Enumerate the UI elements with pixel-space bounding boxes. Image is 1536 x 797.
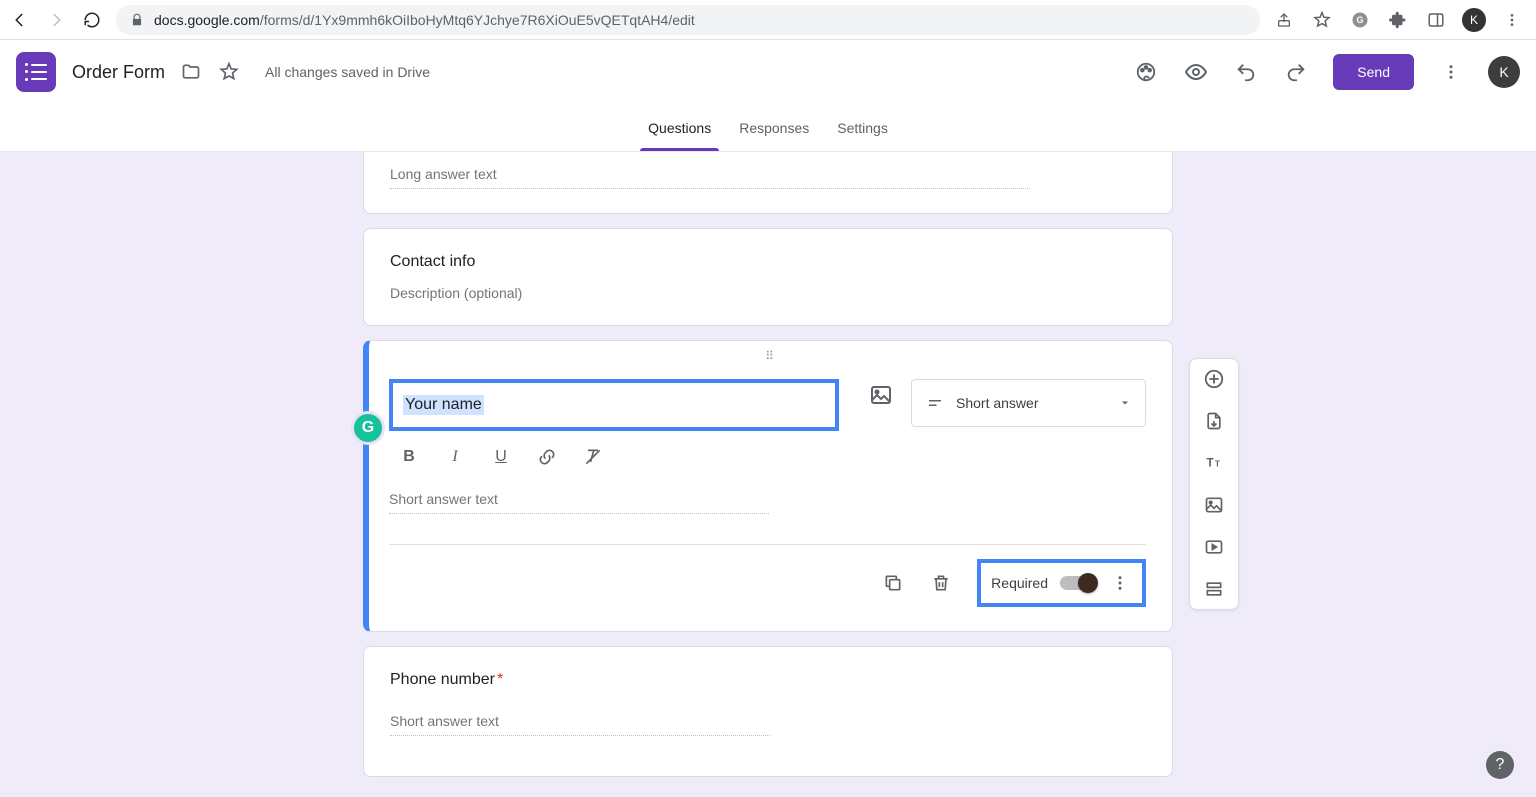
grammarly-icon[interactable]: G: [351, 411, 385, 445]
svg-text:T: T: [1215, 458, 1220, 468]
question-card-long-answer[interactable]: Long answer text: [363, 152, 1173, 214]
required-toggle[interactable]: [1060, 576, 1096, 590]
lock-icon: [130, 13, 144, 27]
underline-button[interactable]: U: [489, 445, 513, 469]
add-question-icon[interactable]: [1202, 367, 1226, 391]
extensions-icon[interactable]: [1386, 8, 1410, 32]
tab-responses[interactable]: Responses: [725, 104, 823, 151]
link-button[interactable]: [535, 445, 559, 469]
preview-icon[interactable]: [1183, 59, 1209, 85]
required-asterisk: *: [497, 671, 503, 688]
url-host: docs.google.com: [154, 12, 260, 28]
phone-question-title: Phone number: [390, 671, 495, 688]
bold-button[interactable]: B: [397, 445, 421, 469]
question-title-input[interactable]: Your name: [389, 379, 839, 431]
url-path: /forms/d/1Yx9mmh6kOiIboHyMtq6YJchye7R6Xi…: [260, 12, 695, 28]
form-canvas: Long answer text Contact info Descriptio…: [0, 152, 1536, 797]
profile-avatar-icon[interactable]: K: [1462, 8, 1486, 32]
long-answer-placeholder: Long answer text: [390, 166, 1030, 189]
question-card-active[interactable]: G ⠿ Your name Short answer: [363, 340, 1173, 632]
forms-logo-icon[interactable]: [16, 52, 56, 92]
section-title[interactable]: Contact info: [390, 253, 1146, 271]
italic-button[interactable]: I: [443, 445, 467, 469]
section-header-card[interactable]: Contact info Description (optional): [363, 228, 1173, 326]
svg-text:G: G: [1356, 15, 1363, 25]
add-image-toolbar-icon[interactable]: [1202, 493, 1226, 517]
add-image-icon[interactable]: [865, 379, 897, 411]
help-icon[interactable]: ?: [1486, 751, 1514, 779]
phone-answer-placeholder: Short answer text: [390, 713, 770, 736]
account-avatar[interactable]: K: [1488, 56, 1520, 88]
browser-menu-icon[interactable]: [1500, 8, 1524, 32]
forward-button[interactable]: [44, 8, 68, 32]
add-section-icon[interactable]: [1202, 577, 1226, 601]
question-type-label: Short answer: [956, 395, 1038, 411]
svg-text:T: T: [1207, 456, 1214, 469]
save-status: All changes saved in Drive: [265, 64, 430, 80]
required-label: Required: [991, 575, 1048, 591]
sidepanel-icon[interactable]: [1424, 8, 1448, 32]
clear-format-button[interactable]: [581, 445, 605, 469]
tab-questions[interactable]: Questions: [634, 104, 725, 151]
import-questions-icon[interactable]: [1202, 409, 1226, 433]
customize-theme-icon[interactable]: [1133, 59, 1159, 85]
doc-title[interactable]: Order Form: [72, 62, 165, 83]
duplicate-icon[interactable]: [881, 571, 905, 595]
short-answer-placeholder: Short answer text: [389, 491, 769, 514]
caret-down-icon: [1119, 397, 1131, 409]
question-title-text: Your name: [403, 395, 484, 415]
format-toolbar: B I U: [397, 445, 1146, 469]
tab-settings[interactable]: Settings: [823, 104, 902, 151]
share-icon[interactable]: [1272, 8, 1296, 32]
question-more-icon[interactable]: [1108, 571, 1132, 595]
grammarly-ext-icon[interactable]: G: [1348, 8, 1372, 32]
move-to-folder-icon[interactable]: [179, 60, 203, 84]
required-controls: Required: [977, 559, 1146, 607]
url-bar[interactable]: docs.google.com/forms/d/1Yx9mmh6kOiIboHy…: [116, 5, 1260, 35]
undo-icon[interactable]: [1233, 59, 1259, 85]
section-description[interactable]: Description (optional): [390, 285, 1146, 301]
bookmark-star-icon[interactable]: [1310, 8, 1334, 32]
add-video-icon[interactable]: [1202, 535, 1226, 559]
question-type-select[interactable]: Short answer: [911, 379, 1146, 427]
reload-button[interactable]: [80, 8, 104, 32]
star-icon[interactable]: [217, 60, 241, 84]
app-header: Order Form All changes saved in Drive Se…: [0, 40, 1536, 104]
send-button[interactable]: Send: [1333, 54, 1414, 90]
more-options-icon[interactable]: [1438, 59, 1464, 85]
delete-icon[interactable]: [929, 571, 953, 595]
add-title-icon[interactable]: TT: [1202, 451, 1226, 475]
browser-chrome: docs.google.com/forms/d/1Yx9mmh6kOiIboHy…: [0, 0, 1536, 40]
back-button[interactable]: [8, 8, 32, 32]
redo-icon[interactable]: [1283, 59, 1309, 85]
drag-handle-icon[interactable]: ⠿: [765, 349, 776, 363]
floating-toolbar: TT: [1189, 358, 1239, 610]
question-card-phone[interactable]: Phone number* Short answer text: [363, 646, 1173, 777]
short-answer-icon: [926, 394, 944, 412]
tabs-row: Questions Responses Settings: [0, 104, 1536, 152]
